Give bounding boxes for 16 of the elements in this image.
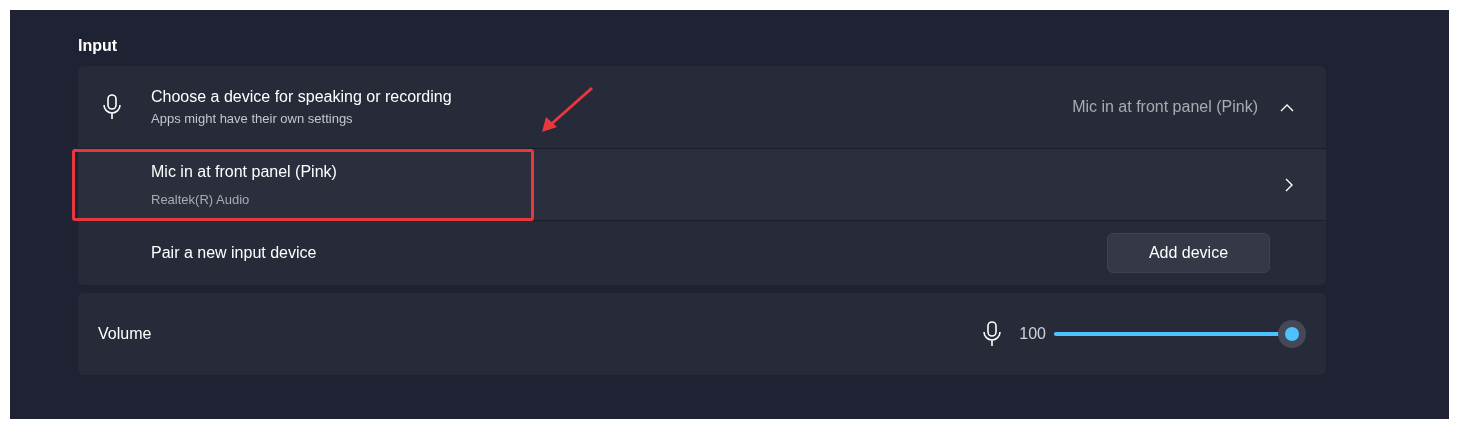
add-device-button[interactable]: Add device [1107, 233, 1270, 273]
annotation-arrow [540, 85, 596, 135]
device-driver: Realtek(R) Audio [151, 190, 250, 209]
device-name: Mic in at front panel (Pink) [151, 161, 337, 182]
volume-slider[interactable] [1054, 320, 1306, 348]
setting-title: Choose a device for speaking or recording [151, 87, 452, 108]
current-device: Mic in at front panel (Pink) [1072, 97, 1258, 117]
volume-reading: 100 [1019, 324, 1046, 344]
chevron-right-icon [1285, 177, 1294, 192]
section-title: Input [78, 36, 118, 56]
microphone-icon [983, 321, 1002, 347]
setting-description: Apps might have their own settings [151, 110, 353, 129]
chevron-up-icon[interactable] [1280, 102, 1294, 112]
pair-label: Pair a new input device [151, 243, 318, 263]
volume-label: Volume [98, 324, 153, 344]
microphone-icon [102, 94, 122, 120]
